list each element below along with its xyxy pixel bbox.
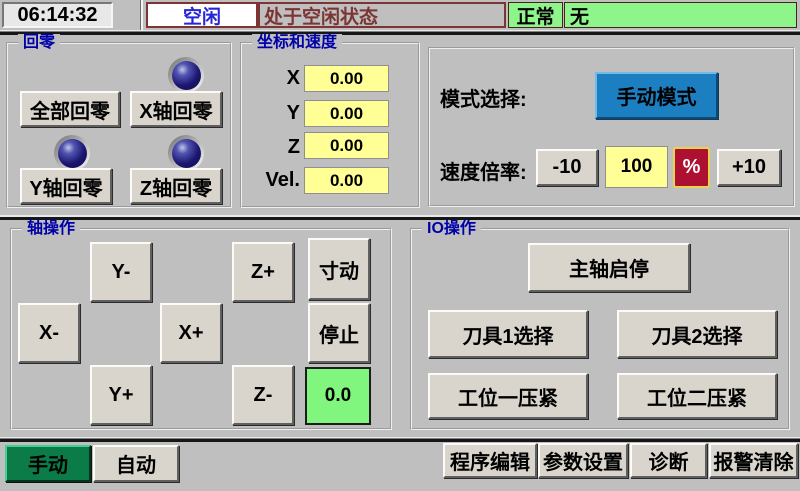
tab-auto[interactable]: 自动 <box>93 445 179 482</box>
x-axis-label: X <box>244 65 300 92</box>
coords-panel: 坐标和速度 X 0.00 Y 0.00 Z 0.00 Vel. 0.00 <box>240 42 420 208</box>
axis-panel-title: 轴操作 <box>22 220 80 238</box>
velocity-value: 0.00 <box>304 167 389 194</box>
io-panel: IO操作 主轴启停 刀具1选择 刀具2选择 工位一压紧 工位二压紧 <box>410 228 790 430</box>
mode-select-label: 模式选择: <box>440 84 550 110</box>
override-plus-button[interactable]: +10 <box>717 149 781 186</box>
alarm-clear-button[interactable]: 报警清除 <box>709 443 798 478</box>
state-message-display: 处于空闲状态 <box>258 2 506 28</box>
jog-z-minus-button[interactable]: Z- <box>232 365 294 425</box>
param-settings-button[interactable]: 参数设置 <box>538 443 628 478</box>
y-position-value: 0.00 <box>304 100 389 127</box>
override-minus-button[interactable]: -10 <box>536 149 598 186</box>
z-axis-label: Z <box>244 134 300 161</box>
home-y-button[interactable]: Y轴回零 <box>20 168 112 204</box>
alarm-message-display: 无 <box>564 2 797 28</box>
divider <box>140 0 143 30</box>
jog-x-plus-button[interactable]: X+ <box>160 303 222 363</box>
home-z-button[interactable]: Z轴回零 <box>130 168 222 204</box>
clock-display: 06:14:32 <box>2 2 113 28</box>
divider <box>0 215 800 220</box>
divider <box>0 30 800 35</box>
z-home-led-icon <box>168 135 204 171</box>
homing-panel-title: 回零 <box>18 34 60 52</box>
station1-clamp-button[interactable]: 工位一压紧 <box>428 373 588 419</box>
jog-z-plus-button[interactable]: Z+ <box>232 242 294 302</box>
jog-y-minus-button[interactable]: Y- <box>90 242 152 302</box>
override-value-display: 100 <box>605 146 668 188</box>
home-x-button[interactable]: X轴回零 <box>130 91 222 127</box>
z-position-value: 0.00 <box>304 132 389 159</box>
y-axis-label: Y <box>244 100 300 127</box>
x-position-value: 0.00 <box>304 65 389 92</box>
station2-clamp-button[interactable]: 工位二压紧 <box>617 373 777 419</box>
mode-panel: 模式选择: 手动模式 速度倍率: -10 100 % +10 <box>428 47 795 207</box>
jog-step-value[interactable]: 0.0 <box>305 367 371 425</box>
mode-select-button[interactable]: 手动模式 <box>595 72 718 119</box>
velocity-label: Vel. <box>244 167 300 194</box>
spindle-start-stop-button[interactable]: 主轴启停 <box>528 243 690 292</box>
speed-override-label: 速度倍率: <box>440 157 550 183</box>
stop-button[interactable]: 停止 <box>308 303 370 363</box>
home-all-button[interactable]: 全部回零 <box>20 91 120 127</box>
y-home-led-icon <box>54 135 90 171</box>
tool1-select-button[interactable]: 刀具1选择 <box>428 310 588 358</box>
jog-x-minus-button[interactable]: X- <box>18 303 80 363</box>
jog-mode-button[interactable]: 寸动 <box>308 238 370 300</box>
divider <box>0 437 800 442</box>
jog-y-plus-button[interactable]: Y+ <box>90 365 152 425</box>
percent-sign: % <box>673 147 710 188</box>
io-panel-title: IO操作 <box>422 220 481 238</box>
coords-panel-title: 坐标和速度 <box>252 34 342 52</box>
program-edit-button[interactable]: 程序编辑 <box>443 443 537 478</box>
x-home-led-icon <box>168 57 204 93</box>
homing-panel: 回零 全部回零 X轴回零 Y轴回零 Z轴回零 <box>6 42 232 208</box>
tool2-select-button[interactable]: 刀具2选择 <box>617 310 777 358</box>
axis-panel: 轴操作 Y- Z+ 寸动 X- X+ 停止 Y+ Z- 0.0 <box>10 228 392 430</box>
machine-state-display: 空闲 <box>146 2 258 28</box>
alarm-state-display: 正常 <box>508 2 563 28</box>
diagnostics-button[interactable]: 诊断 <box>630 443 707 478</box>
tab-manual[interactable]: 手动 <box>5 445 91 482</box>
